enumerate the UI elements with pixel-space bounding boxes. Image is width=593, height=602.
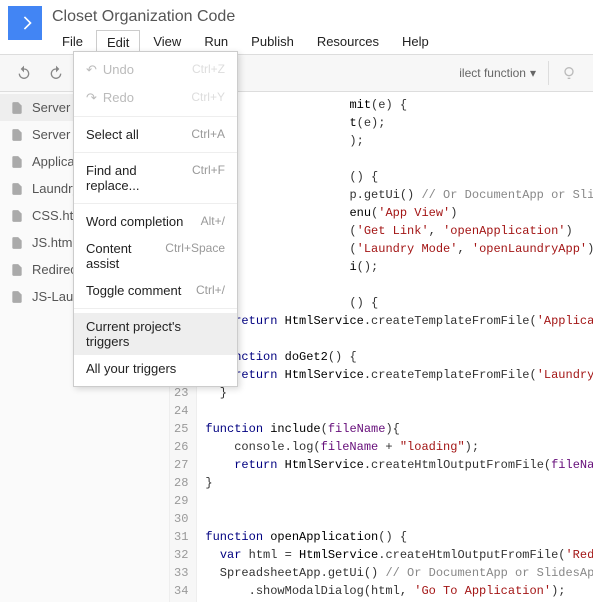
menu-item-word-completion[interactable]: Word completionAlt+/ xyxy=(74,208,237,235)
file-icon xyxy=(10,209,24,223)
menu-item-redo: ↷RedoCtrl+Y xyxy=(74,84,237,112)
menu-item-current-project-s-triggers[interactable]: Current project's triggers xyxy=(74,313,237,355)
code-content[interactable]: mit(e) { t(e); ); () { p.getUi() // Or D… xyxy=(197,92,593,602)
menu-resources[interactable]: Resources xyxy=(307,30,389,54)
app-logo[interactable] xyxy=(8,6,42,40)
menu-publish[interactable]: Publish xyxy=(241,30,304,54)
lightbulb-button[interactable] xyxy=(553,59,585,87)
edit-menu-dropdown: ↶UndoCtrl+Z↷RedoCtrl+Y Select allCtrl+A Fi… xyxy=(73,51,238,387)
menu-item-undo: ↶UndoCtrl+Z xyxy=(74,56,237,84)
select-function-dropdown[interactable]: ilect function ▾ xyxy=(451,66,544,80)
file-icon xyxy=(10,236,24,250)
menu-help[interactable]: Help xyxy=(392,30,439,54)
project-title: Closet Organization Code xyxy=(52,6,585,30)
file-icon xyxy=(10,290,24,304)
chevron-down-icon: ▾ xyxy=(530,66,536,80)
file-icon xyxy=(10,182,24,196)
file-name: JS.html xyxy=(32,235,75,250)
file-icon xyxy=(10,263,24,277)
menu-item-select-all[interactable]: Select allCtrl+A xyxy=(74,121,237,148)
redo-button[interactable] xyxy=(40,59,72,87)
undo-button[interactable] xyxy=(8,59,40,87)
menu-item-content-assist[interactable]: Content assistCtrl+Space xyxy=(74,235,237,277)
file-icon xyxy=(10,155,24,169)
menu-item-all-your-triggers[interactable]: All your triggers xyxy=(74,355,237,382)
file-icon xyxy=(10,101,24,115)
menu-item-find-and-replace-[interactable]: Find and replace...Ctrl+F xyxy=(74,157,237,199)
file-icon xyxy=(10,128,24,142)
menu-item-toggle-comment[interactable]: Toggle commentCtrl+/ xyxy=(74,277,237,304)
